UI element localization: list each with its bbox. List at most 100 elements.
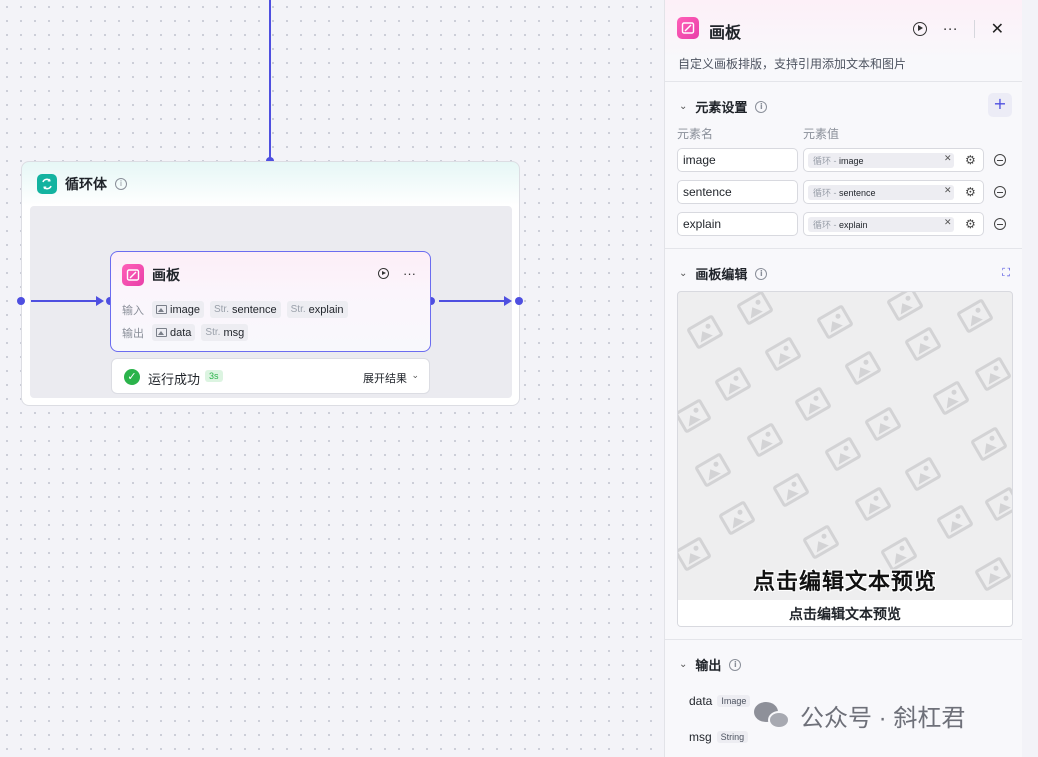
output-item: data Image	[689, 694, 751, 708]
edge-into-node	[31, 300, 97, 302]
chevron-down-icon[interactable]: ⌄	[679, 268, 687, 279]
loop-output-port[interactable]	[515, 297, 523, 305]
divider	[665, 248, 1022, 249]
image-placeholder-icon	[764, 336, 802, 372]
node-outputs-row: 输出 data Str. msg	[122, 324, 249, 341]
image-placeholder-icon	[718, 500, 756, 536]
image-placeholder-icon	[984, 486, 1012, 522]
success-check-icon: ✓	[124, 369, 140, 385]
image-icon	[156, 305, 167, 314]
loop-input-port[interactable]	[17, 297, 25, 305]
preview-text[interactable]: 点击编辑文本预览	[678, 564, 1012, 596]
element-row: sentence 循环 - sentence ✕ ⚙	[677, 180, 1013, 204]
info-icon[interactable]: i	[729, 658, 742, 671]
loop-title: 循环体	[65, 176, 107, 192]
node-title: 画板	[152, 267, 180, 283]
close-icon[interactable]: ✕	[991, 19, 1004, 38]
run-time-badge: 3s	[205, 370, 223, 382]
element-row: explain 循环 - explain ✕ ⚙	[677, 212, 1013, 236]
input-tag-explain: Str. explain	[286, 301, 348, 318]
more-icon[interactable]: ···	[943, 21, 958, 36]
element-row: image 循环 - image ✕ ⚙	[677, 148, 1013, 172]
more-icon[interactable]: ···	[403, 267, 416, 280]
input-tag-sentence: Str. sentence	[209, 301, 281, 318]
remove-element-icon[interactable]	[994, 218, 1006, 230]
loop-header: 循环体 i	[37, 174, 127, 194]
gear-icon[interactable]: ⚙	[965, 153, 976, 167]
image-placeholder-icon	[816, 304, 854, 340]
input-label: 输入	[122, 304, 144, 317]
input-tag-image: image	[152, 301, 204, 318]
arrow-out-of-node-icon	[504, 296, 512, 306]
divider	[665, 639, 1022, 640]
canvas-section-header[interactable]: ⌄ 画板编辑 i	[679, 264, 768, 283]
output-type-badge: Image	[717, 695, 751, 707]
canvas-edge	[1022, 0, 1038, 757]
fullscreen-icon[interactable]: ⛶	[1002, 266, 1010, 280]
image-placeholder-icon	[886, 292, 924, 322]
remove-element-icon[interactable]	[994, 186, 1006, 198]
remove-element-icon[interactable]	[994, 154, 1006, 166]
reference-tag: 循环 - sentence	[808, 185, 954, 200]
output-item: msg String	[689, 730, 749, 744]
image-icon	[156, 328, 167, 337]
info-icon[interactable]: i	[755, 100, 768, 113]
element-name-field[interactable]: explain	[677, 212, 798, 236]
gear-icon[interactable]: ⚙	[965, 185, 976, 199]
chevron-down-icon[interactable]: ⌄	[679, 659, 687, 670]
element-name-field[interactable]: sentence	[677, 180, 798, 204]
add-element-button[interactable]: +	[988, 93, 1012, 117]
image-placeholder-icon	[970, 426, 1008, 462]
output-tag-msg: Str. msg	[201, 324, 249, 341]
expand-results-button[interactable]: 展开结果	[363, 370, 407, 386]
chevron-down-icon[interactable]: ⌄	[411, 371, 419, 381]
image-placeholder-icon	[824, 436, 862, 472]
run-status-bar: ✓ 运行成功 3s 展开结果 ⌄	[111, 358, 430, 394]
wechat-logo-icon	[754, 700, 792, 732]
image-placeholder-icon	[678, 398, 712, 434]
chevron-down-icon[interactable]: ⌄	[679, 101, 687, 112]
output-label: 输出	[122, 327, 144, 340]
remove-reference-icon[interactable]: ✕	[944, 154, 952, 164]
node-inputs-row: 输入 image Str. sentence Str. explain	[122, 301, 348, 318]
image-placeholder-icon	[932, 380, 970, 416]
status-text: 运行成功	[148, 372, 201, 387]
element-value-field[interactable]: 循环 - sentence ✕ ⚙	[803, 180, 984, 204]
image-placeholder-icon	[686, 314, 724, 350]
output-name: msg	[689, 730, 712, 744]
watermark-text: 公众号 · 斜杠君	[800, 705, 966, 732]
element-value-field[interactable]: 循环 - image ✕ ⚙	[803, 148, 984, 172]
board-node[interactable]: 画板 ··· 输入 image Str. sentence Str. explain…	[110, 251, 431, 352]
element-name-field[interactable]: image	[677, 148, 798, 172]
run-node-icon[interactable]	[912, 21, 927, 36]
connector-line-top	[269, 0, 271, 161]
image-placeholder-icon	[864, 406, 902, 442]
image-placeholder-icon	[694, 452, 732, 488]
image-placeholder-icon	[746, 422, 784, 458]
image-placeholder-icon	[936, 504, 974, 540]
output-tag-data: data	[152, 324, 196, 341]
element-value-field[interactable]: 循环 - explain ✕ ⚙	[803, 212, 984, 236]
preview-caption[interactable]: 点击编辑文本预览	[678, 600, 1012, 626]
divider	[973, 19, 975, 38]
panel-title: 画板	[709, 25, 742, 42]
image-placeholder-icon	[802, 524, 840, 560]
gear-icon[interactable]: ⚙	[965, 217, 976, 231]
remove-reference-icon[interactable]: ✕	[944, 186, 952, 196]
image-placeholder-icon	[794, 386, 832, 422]
panel-header: 画板 ··· ✕ 自定义画板排版，支持引用添加文本和图片	[665, 0, 1022, 82]
run-node-icon[interactable]	[378, 268, 389, 279]
node-actions: ···	[378, 267, 416, 280]
remove-reference-icon[interactable]: ✕	[944, 218, 952, 228]
reference-tag: 循环 - explain	[808, 217, 954, 232]
output-name: data	[689, 694, 713, 708]
info-icon[interactable]: i	[115, 178, 127, 190]
image-placeholder-icon	[956, 298, 994, 334]
board-icon	[677, 17, 699, 39]
output-section-header[interactable]: ⌄ 输出 i	[679, 655, 742, 674]
canvas-preview[interactable]: 点击编辑文本预览 点击编辑文本预览	[677, 291, 1013, 627]
image-placeholder-icon	[844, 350, 882, 386]
elements-section-header[interactable]: ⌄ 元素设置 i	[679, 97, 768, 116]
image-placeholder-icon	[854, 486, 892, 522]
info-icon[interactable]: i	[755, 267, 768, 280]
